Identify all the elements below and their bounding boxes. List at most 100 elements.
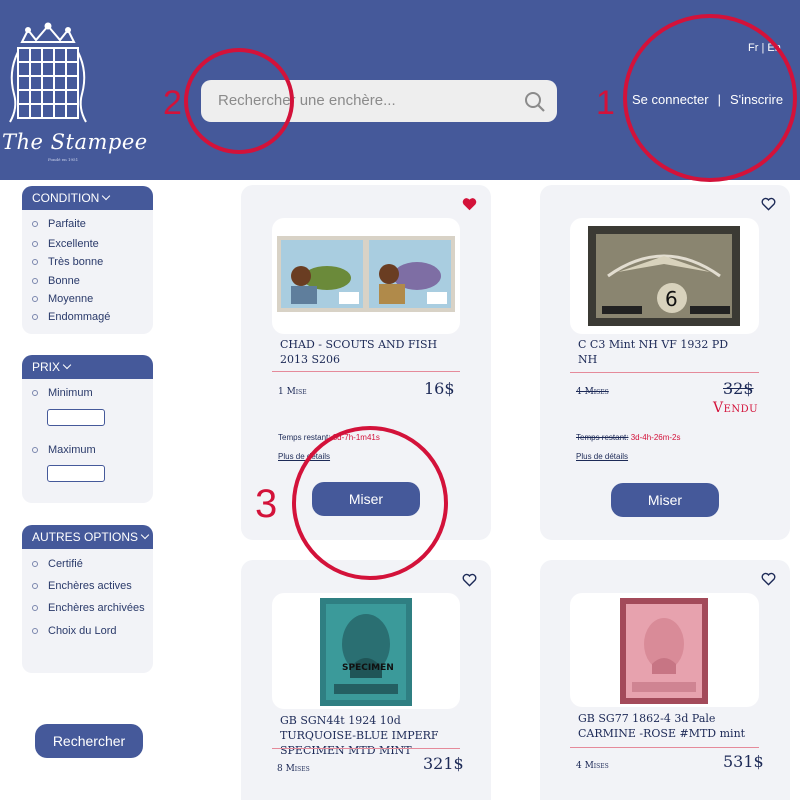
chevron-down-icon [62, 360, 72, 370]
filter-option-label: Enchères archivées [48, 602, 145, 614]
brand-name: The Stampee [2, 130, 148, 154]
radio-icon [32, 241, 38, 248]
filter-autres-options: AUTRES OPTIONS Certifié Enchères actives… [22, 525, 153, 673]
annotation-circle-1 [623, 14, 797, 182]
filter-option-label: Enchères actives [48, 580, 132, 592]
filter-option-bonne[interactable]: Bonne [32, 275, 80, 287]
listing-bids: 4 Mises [576, 761, 609, 771]
filter-option-tres-bonne[interactable]: Très bonne [32, 256, 103, 268]
divider [570, 747, 759, 748]
filter-condition-header[interactable]: CONDITION [22, 186, 153, 210]
listing-title[interactable]: C C3 Mint NH VF 1932 PD NH [578, 337, 748, 367]
annotation-number-2: 2 [163, 84, 182, 122]
time-label: Temps restant: [576, 433, 629, 442]
details-link[interactable]: Plus de détails [576, 452, 628, 461]
radio-icon [32, 259, 38, 266]
filter-option-excellente[interactable]: Excellente [32, 238, 99, 250]
listing-bids: 8 Mises [277, 764, 310, 774]
filter-option-encheres-actives[interactable]: Enchères actives [32, 580, 132, 592]
listing-price: 16$ [424, 379, 455, 398]
radio-icon [32, 583, 38, 590]
radio-icon [32, 561, 38, 568]
filter-option-label: Maximum [48, 444, 96, 456]
page: The Stampee Fondé en 1951 Fr | En Recher… [0, 0, 800, 800]
filter-option-label: Excellente [48, 238, 99, 250]
listing-card: 6 C C3 Mint NH VF 1932 PD NH 4 Mises 32$… [540, 185, 790, 540]
listing-title[interactable]: GB SGN44t 1924 10d TURQUOISE-BLUE IMPERF… [280, 713, 480, 758]
stamp-image-gb-turquoise: SPECIMEN [320, 598, 412, 706]
time-value: 3d-4h-26m-2s [630, 433, 681, 442]
filter-option-label: Très bonne [48, 256, 104, 268]
divider [272, 748, 460, 749]
radio-icon [32, 221, 38, 228]
filter-option-minimum[interactable]: Minimum [32, 387, 93, 399]
listing-bids: 4 Mises [576, 387, 609, 397]
chevron-down-icon [102, 191, 111, 201]
stamp-image-chad [277, 236, 455, 312]
annotation-number-3: 3 [255, 482, 278, 526]
radio-icon [32, 278, 38, 285]
sold-status: Vendu [713, 400, 759, 416]
brand-tagline: Fondé en 1951 [48, 157, 79, 162]
radio-icon [32, 447, 38, 454]
filter-option-moyenne[interactable]: Moyenne [32, 293, 93, 305]
logo-emblem-icon [9, 22, 87, 123]
listing-card: GB SG77 1862-4 3d Pale CARMINE -ROSE #MT… [540, 560, 790, 800]
filter-prix-title: PRIX [32, 360, 61, 374]
filter-option-label: Moyenne [48, 293, 94, 305]
bid-button[interactable]: Miser [611, 483, 719, 517]
filter-condition: CONDITION Parfaite Excellente Très bonne… [22, 186, 153, 334]
listing-price: 321$ [423, 754, 464, 773]
search-icon[interactable] [524, 91, 546, 113]
filter-option-choix-du-lord[interactable]: Choix du Lord [32, 625, 117, 637]
radio-icon [32, 628, 38, 635]
heart-outline-icon[interactable] [462, 573, 477, 587]
filter-option-parfaite[interactable]: Parfaite [32, 218, 86, 230]
filter-prix: PRIX Minimum Maximum [22, 355, 153, 503]
stamp-image-gb-carmine [620, 598, 708, 704]
filter-autres-header[interactable]: AUTRES OPTIONS [22, 525, 153, 549]
stamp-image-frame[interactable]: SPECIMEN [272, 593, 460, 709]
search-button[interactable]: Rechercher [35, 724, 143, 758]
listing-price: 32$ [723, 379, 754, 398]
filter-option-label: Certifié [48, 558, 83, 570]
divider [570, 372, 759, 373]
radio-icon [32, 605, 38, 612]
filter-option-label: Choix du Lord [48, 625, 117, 637]
filter-option-label: Bonne [48, 275, 80, 287]
filter-prix-header[interactable]: PRIX [22, 355, 153, 379]
stamp-image-frame[interactable] [272, 218, 460, 334]
filter-option-maximum[interactable]: Maximum [32, 444, 96, 456]
stamp-image-canada: 6 [588, 226, 740, 326]
annotation-number-1: 1 [596, 84, 615, 122]
filter-option-encheres-archivees[interactable]: Enchères archivées [32, 602, 145, 614]
listing-card: SPECIMEN GB SGN44t 1924 10d TURQUOISE-BL… [241, 560, 491, 800]
stamp-image-frame[interactable] [570, 593, 759, 707]
filter-condition-title: CONDITION [32, 191, 100, 205]
filter-option-label: Minimum [48, 387, 93, 399]
listing-title[interactable]: CHAD - SCOUTS AND FISH 2013 S206 [280, 337, 450, 367]
price-max-input[interactable] [47, 465, 105, 482]
svg-text:SPECIMEN: SPECIMEN [342, 663, 394, 673]
heart-filled-icon[interactable] [462, 197, 477, 211]
filter-option-endommage[interactable]: Endommagé [32, 311, 110, 323]
radio-icon [32, 314, 38, 321]
annotation-circle-2 [184, 48, 294, 154]
time-remaining: Temps restant: 3d-4h-26m-2s [576, 433, 681, 442]
radio-icon [32, 296, 38, 303]
heart-outline-icon[interactable] [761, 572, 776, 586]
chevron-down-icon [140, 530, 150, 540]
radio-icon [32, 390, 38, 397]
filter-autres-title: AUTRES OPTIONS [32, 530, 139, 544]
filter-option-certifie[interactable]: Certifié [32, 558, 83, 570]
filter-option-label: Endommagé [48, 311, 111, 323]
svg-text:6: 6 [665, 287, 678, 311]
heart-outline-icon[interactable] [761, 197, 776, 211]
stamp-image-frame[interactable]: 6 [570, 218, 759, 334]
listing-title[interactable]: GB SG77 1862-4 3d Pale CARMINE -ROSE #MT… [578, 711, 758, 741]
filter-option-label: Parfaite [48, 218, 86, 230]
divider [272, 371, 460, 372]
price-min-input[interactable] [47, 409, 105, 426]
listing-bids: 1 Mise [278, 387, 307, 397]
listing-price: 531$ [723, 752, 764, 771]
